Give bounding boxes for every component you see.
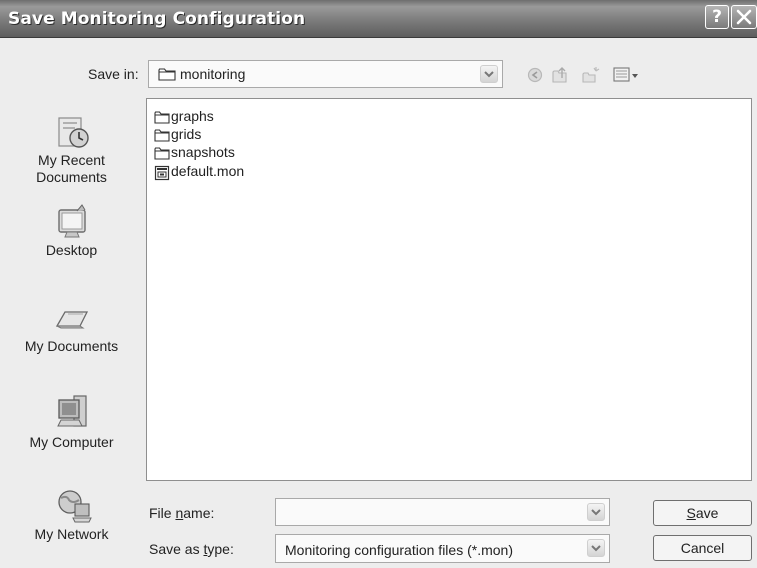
place-my-recent-documents[interactable]: My Recent Documents bbox=[0, 112, 143, 186]
label-text: ame: bbox=[183, 505, 215, 521]
save-in-value: monitoring bbox=[180, 66, 246, 82]
place-my-computer[interactable]: My Computer bbox=[0, 392, 143, 451]
place-label: Desktop bbox=[45, 242, 98, 258]
close-icon bbox=[736, 9, 752, 25]
place-label: My Computer bbox=[29, 434, 114, 450]
save-dialog: Save Monitoring Configuration ? Save in:… bbox=[0, 0, 757, 568]
up-folder-icon[interactable] bbox=[550, 66, 572, 84]
new-folder-icon[interactable] bbox=[580, 66, 602, 84]
recent-documents-icon bbox=[57, 117, 89, 148]
cancel-button[interactable]: Cancel bbox=[653, 535, 752, 561]
label-text: ype: bbox=[207, 541, 234, 557]
folder-icon bbox=[154, 111, 170, 124]
file-name: graphs bbox=[171, 108, 214, 124]
button-label: ave bbox=[695, 505, 719, 521]
dialog-title: Save Monitoring Configuration bbox=[8, 9, 306, 29]
my-network-icon bbox=[57, 490, 92, 523]
title-bar[interactable]: Save Monitoring Configuration ? bbox=[0, 0, 757, 38]
file-name: grids bbox=[171, 126, 202, 142]
save-in-combo[interactable]: monitoring bbox=[148, 60, 503, 88]
my-documents-icon bbox=[55, 311, 88, 329]
save-as-type-value: Monitoring configuration files (*.mon) bbox=[285, 542, 513, 558]
place-label: Documents bbox=[36, 169, 107, 185]
close-button[interactable] bbox=[731, 5, 757, 29]
file-name: snapshots bbox=[171, 144, 235, 160]
chevron-down-icon bbox=[484, 71, 494, 78]
file-name: default.mon bbox=[171, 163, 245, 179]
access-key: S bbox=[686, 505, 696, 521]
place-my-network[interactable]: My Network bbox=[0, 486, 143, 543]
place-label: My Recent bbox=[38, 152, 105, 168]
save-in-label: Save in: bbox=[88, 66, 139, 82]
places-bar: My Recent Documents Desktop My Documents bbox=[0, 95, 143, 568]
place-label: My Network bbox=[34, 526, 109, 542]
save-button[interactable]: Save bbox=[653, 500, 752, 526]
view-menu-icon[interactable] bbox=[612, 66, 642, 84]
place-my-documents[interactable]: My Documents bbox=[0, 298, 143, 355]
file-name-label: File name: bbox=[149, 505, 214, 521]
save-in-dropdown-button[interactable] bbox=[480, 65, 498, 83]
document-icon bbox=[154, 165, 170, 181]
place-label: My Documents bbox=[24, 338, 119, 354]
folder-icon bbox=[154, 129, 170, 142]
my-computer-icon bbox=[56, 395, 87, 427]
save-as-type-label: Save as type: bbox=[149, 541, 234, 557]
label-text: Save as bbox=[149, 541, 204, 557]
save-as-type-dropdown-button[interactable] bbox=[587, 539, 605, 557]
file-name-dropdown-button[interactable] bbox=[587, 503, 605, 521]
folder-icon bbox=[154, 147, 170, 160]
chevron-down-icon bbox=[591, 545, 601, 552]
back-icon[interactable] bbox=[526, 66, 548, 84]
file-list[interactable]: graphs grids snapshots default.mon bbox=[146, 98, 752, 481]
desktop-icon bbox=[57, 204, 86, 238]
file-name-input[interactable] bbox=[275, 498, 610, 526]
folder-icon bbox=[158, 68, 176, 81]
label-text: File bbox=[149, 505, 176, 521]
place-desktop[interactable]: Desktop bbox=[0, 202, 143, 259]
chevron-down-icon bbox=[591, 509, 601, 516]
save-as-type-select[interactable]: Monitoring configuration files (*.mon) bbox=[275, 534, 610, 563]
help-button[interactable]: ? bbox=[705, 5, 729, 29]
